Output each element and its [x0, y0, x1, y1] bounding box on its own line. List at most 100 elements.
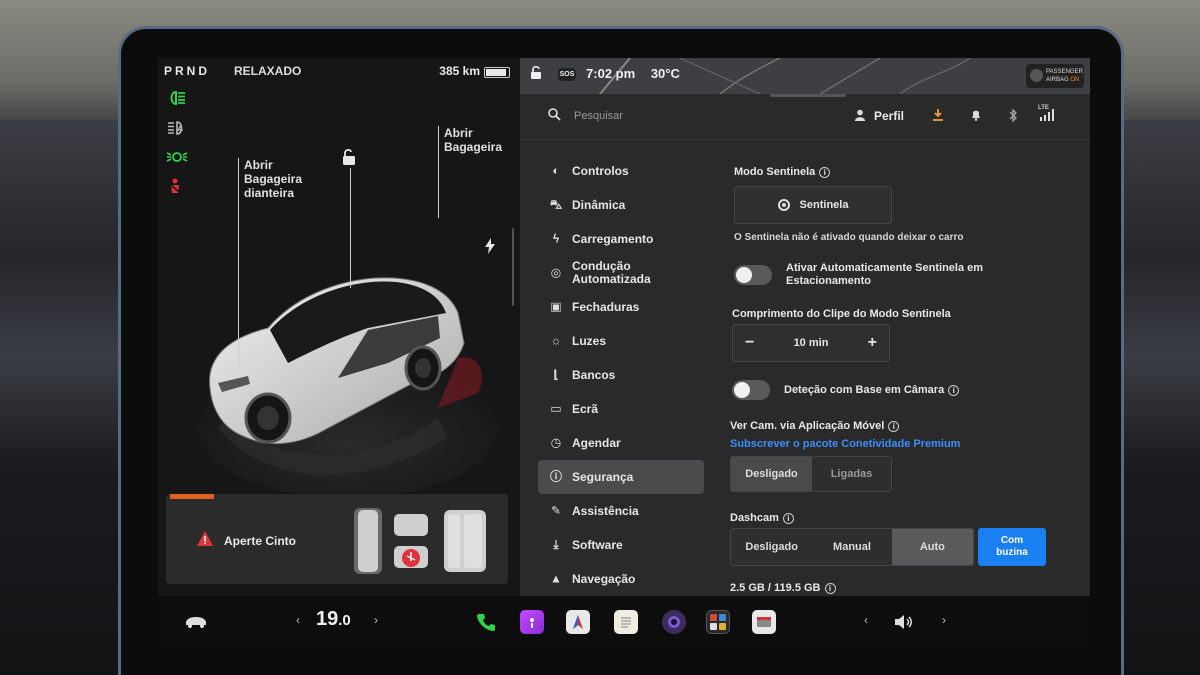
auto-headlight-icon: A	[166, 120, 188, 138]
svg-text:A: A	[178, 125, 184, 133]
info-icon[interactable]: i	[888, 420, 900, 432]
podcasts-icon[interactable]	[520, 610, 544, 634]
dashcam-title: Dashcam i	[730, 512, 794, 524]
view-cam-segmented: Desligado Ligadas	[730, 456, 892, 492]
sun-icon: ☼	[550, 333, 562, 348]
drive-mode[interactable]: RELAXADO	[234, 64, 301, 78]
info-icon[interactable]: i	[819, 166, 831, 178]
settings-pane: SOS 7:02 pm 30°C PASSENGER AIRBAG ON Pes…	[520, 58, 1090, 596]
dashcam-off-option[interactable]: Desligado	[731, 529, 813, 565]
top-status-info: SOS 7:02 pm 30°C	[530, 66, 680, 82]
sentry-button[interactable]: Sentinela	[734, 186, 892, 224]
notes-icon[interactable]	[614, 610, 638, 634]
app-launcher-icon[interactable]	[706, 610, 730, 634]
auto-sentry-label: Ativar Automaticamente Sentinela em Esta…	[786, 262, 984, 287]
door-leader-line	[350, 168, 351, 288]
sentry-note: O Sentinela não é ativado quando deixar …	[734, 232, 964, 243]
passenger-airbag-indicator: PASSENGER AIRBAG ON	[1026, 64, 1084, 88]
map-preview-strip[interactable]: SOS 7:02 pm 30°C PASSENGER AIRBAG ON	[520, 58, 1090, 94]
warning-triangle-icon	[196, 530, 214, 548]
lte-signal-icon: LTE	[1038, 105, 1054, 124]
toybox-icon[interactable]	[752, 610, 776, 634]
search-icon[interactable]	[548, 108, 561, 124]
premium-connectivity-link[interactable]: Subscrever o pacote Conetividade Premium	[730, 438, 960, 450]
unlock-icon[interactable]	[340, 148, 358, 171]
menu-item-fechaduras[interactable]: ▣ Fechaduras	[538, 290, 704, 324]
bell-icon[interactable]	[970, 109, 982, 124]
volume-decrease-arrow[interactable]: ‹	[864, 613, 868, 627]
seatbelt-alert-card[interactable]: Aperte Cinto	[166, 494, 508, 584]
rear-trunk-label[interactable]: Abrir Bagageira	[444, 126, 502, 154]
gear-indicator: PRND	[164, 64, 211, 78]
profile-icon[interactable]	[854, 109, 866, 124]
volume-increase-arrow[interactable]: ›	[942, 613, 946, 627]
steering-wheel-icon: ◎	[550, 265, 562, 280]
menu-item-luzes[interactable]: ☼ Luzes	[538, 324, 704, 358]
menu-item-assistencia[interactable]: ✎ Assistência	[538, 494, 704, 528]
outside-temp: 30°C	[650, 66, 680, 81]
dashcam-storage: 2.5 GB / 119.5 GB i	[730, 582, 836, 594]
dashcam-manual-option[interactable]: Manual	[812, 529, 892, 565]
vehicle-status-bar: PRND RELAXADO 385 km	[164, 64, 510, 82]
dashcam-horn-option[interactable]: Com buzina	[978, 528, 1046, 566]
view-cam-title: Ver Cam. via Aplicação Móvel i	[730, 420, 900, 432]
menu-item-ecra[interactable]: ▭ Ecrã	[538, 392, 704, 426]
seat-icon: ⌊	[553, 367, 559, 382]
alert-progress-bar	[170, 494, 214, 499]
camera-app-icon[interactable]	[662, 610, 686, 634]
rear-trunk-leader-line	[438, 126, 439, 218]
phone-icon[interactable]	[474, 610, 498, 634]
temp-increase-arrow[interactable]: ›	[374, 613, 378, 627]
clock-readout: 7:02 pm	[586, 66, 636, 81]
screen-icon: ▭	[550, 401, 562, 416]
profile-button[interactable]: Perfil	[874, 109, 904, 123]
settings-header: Pesquisar Perfil LTE	[520, 100, 1090, 140]
menu-item-bancos[interactable]: ⌊ Bancos	[538, 358, 704, 392]
clip-length-stepper: − 10 min +	[732, 324, 890, 362]
volume-icon[interactable]	[892, 610, 916, 634]
menu-item-controlos[interactable]: ◐ Controlos	[538, 154, 704, 188]
navigation-app-icon[interactable]	[566, 610, 590, 634]
menu-item-carregamento[interactable]: ϟ Carregamento	[538, 222, 704, 256]
car-icon[interactable]	[184, 610, 208, 634]
drawer-drag-handle[interactable]	[770, 94, 846, 97]
sos-badge[interactable]: SOS	[557, 68, 577, 82]
wrench-icon: ✎	[550, 503, 562, 518]
download-update-icon[interactable]	[932, 109, 944, 124]
vehicle-pane: PRND RELAXADO 385 km A Abrir Bagageira d…	[158, 58, 520, 596]
menu-item-seguranca[interactable]: ⓘ Segurança	[538, 460, 704, 494]
menu-item-conducao-automatizada[interactable]: ◎ Condução Automatizada	[538, 256, 704, 290]
view-cam-on-option[interactable]: Ligadas	[811, 457, 891, 491]
download-icon: ⤓	[553, 537, 559, 552]
charge-port-bolt-icon[interactable]	[484, 238, 496, 259]
search-input[interactable]: Pesquisar	[574, 110, 623, 122]
front-trunk-leader-line	[238, 158, 239, 368]
dashcam-auto-option[interactable]: Auto	[891, 529, 973, 565]
auto-sentry-toggle[interactable]	[734, 265, 772, 285]
info-icon[interactable]: i	[824, 582, 836, 594]
bolt-icon: ϟ	[552, 231, 560, 246]
front-trunk-label[interactable]: Abrir Bagageira dianteira	[244, 158, 302, 200]
increase-button[interactable]: +	[868, 334, 877, 352]
range-readout: 385 km	[439, 64, 480, 78]
view-cam-off-option[interactable]: Desligado	[731, 457, 812, 491]
info-icon[interactable]: i	[782, 512, 794, 524]
sentry-mode-title: Modo Sentinela i	[734, 166, 831, 178]
menu-item-dinamica[interactable]: ⛍ Dinâmica	[538, 188, 704, 222]
cabin-temperature[interactable]: 19.0	[316, 608, 351, 631]
clock-icon: ◷	[550, 435, 562, 450]
seatbelt-alert-text: Aperte Cinto	[224, 534, 296, 548]
temp-decrease-arrow[interactable]: ‹	[296, 613, 300, 627]
decrease-button[interactable]: −	[745, 334, 754, 352]
panel-resize-handle[interactable]	[512, 228, 514, 306]
menu-item-navegacao[interactable]: ▲ Navegação	[538, 562, 704, 596]
battery-icon	[484, 67, 510, 78]
toggle-icon: ◐	[552, 163, 560, 178]
car-model-render[interactable]: Abrir Bagageira dianteira Abrir Bagageir…	[188, 126, 514, 508]
menu-item-software[interactable]: ⤓ Software	[538, 528, 704, 562]
bluetooth-icon[interactable]	[1008, 108, 1018, 125]
app-dock: ‹ 19.0 › ‹ ›	[158, 596, 1090, 648]
info-icon[interactable]: i	[948, 384, 960, 396]
camera-detection-toggle[interactable]	[732, 380, 770, 400]
menu-item-agendar[interactable]: ◷ Agendar	[538, 426, 704, 460]
